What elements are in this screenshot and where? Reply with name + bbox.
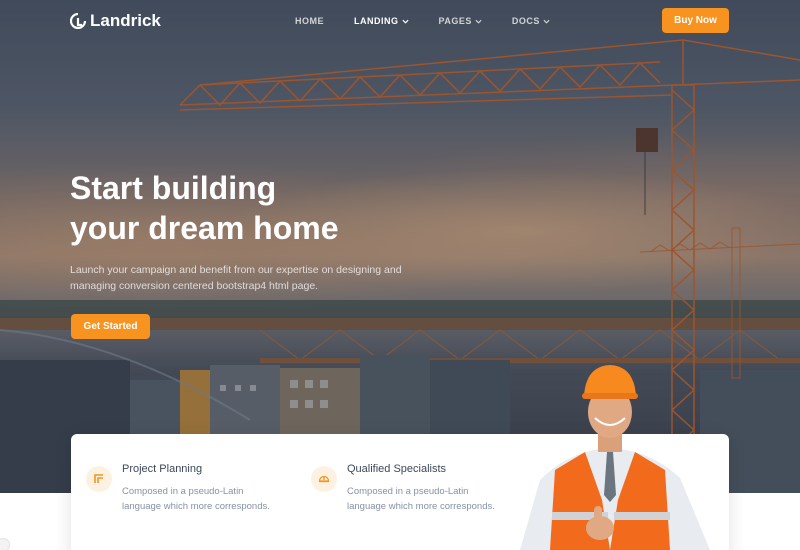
construction-worker-image <box>520 365 710 550</box>
nav-item-label: HOME <box>295 16 324 26</box>
helmet-icon <box>311 466 337 492</box>
brand-logo[interactable]: Landrick <box>70 11 161 31</box>
nav-item-landing[interactable]: LANDING <box>354 16 409 26</box>
nav-item-pages[interactable]: PAGES <box>439 16 482 26</box>
buy-now-button[interactable]: Buy Now <box>662 8 729 33</box>
feature-description: Composed in a pseudo-Latin language whic… <box>347 486 495 512</box>
hero-subtext: Launch your campaign and benefit from ou… <box>70 264 402 292</box>
chevron-down-icon <box>543 19 550 24</box>
get-started-button[interactable]: Get Started <box>71 314 150 339</box>
hero-headline: Start building your dream home <box>70 168 430 248</box>
feature-title: Qualified Specialists <box>347 463 447 475</box>
main-menu: HOME LANDING PAGES DOCS <box>295 16 580 26</box>
nav-item-docs[interactable]: DOCS <box>512 16 550 26</box>
blueprint-icon <box>86 466 112 492</box>
nav-item-label: PAGES <box>438 16 472 26</box>
top-navbar: Landrick HOME LANDING PAGES DOCS Buy Now <box>0 0 800 44</box>
scroll-indicator[interactable] <box>0 538 10 550</box>
chevron-down-icon <box>401 19 409 24</box>
brand-name: Landrick <box>90 11 161 30</box>
nav-item-home[interactable]: HOME <box>295 16 324 26</box>
feature-description: Composed in a pseudo-Latin language whic… <box>122 486 270 512</box>
hero-headline-line2: your dream home <box>70 210 339 246</box>
landrick-logo-icon <box>70 13 86 29</box>
chevron-down-icon <box>475 19 482 24</box>
feature-title: Project Planning <box>122 463 203 475</box>
nav-item-label: DOCS <box>511 16 540 26</box>
hero-headline-line1: Start building <box>70 170 277 206</box>
nav-item-label: LANDING <box>354 16 399 26</box>
